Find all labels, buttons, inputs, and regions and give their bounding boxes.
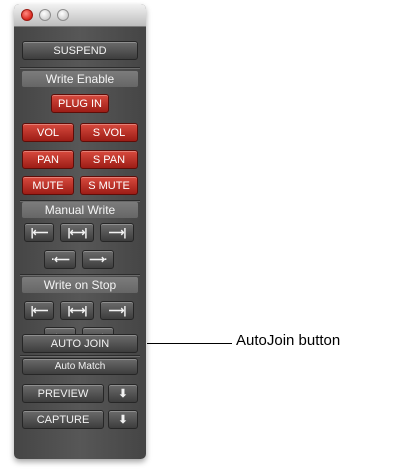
automation-window: SUSPEND Write Enable PLUG IN VOL S VOL P… [14,4,146,459]
vol-button[interactable]: VOL [22,123,74,142]
plug-in-button[interactable]: PLUG IN [51,94,109,113]
write-to-punch-left-icon[interactable]: ·⟵ [44,250,76,269]
divider [20,200,140,201]
callout-line [147,343,232,344]
capture-button[interactable]: CAPTURE [22,410,104,429]
callout-label: AutoJoin button [236,332,341,349]
minimize-button[interactable] [39,9,51,21]
s-mute-button[interactable]: S MUTE [80,176,138,195]
close-button[interactable] [21,9,33,21]
divider [20,67,140,68]
preview-down-arrow-icon[interactable]: ⬇ [108,384,138,403]
auto-match-button[interactable]: Auto Match [22,358,138,375]
mute-button[interactable]: MUTE [22,176,74,195]
write-to-start-icon[interactable]: |⟵ [24,223,54,242]
preview-button[interactable]: PREVIEW [22,384,104,403]
write-to-all-icon[interactable]: |⟷| [60,301,94,320]
write-to-punch-right-icon[interactable]: ⟶· [82,250,114,269]
write-to-start-icon[interactable]: |⟵ [24,301,54,320]
write-on-stop-header: Write on Stop [22,277,138,293]
write-to-end-icon[interactable]: ⟶| [100,223,134,242]
zoom-button[interactable] [57,9,69,21]
pan-button[interactable]: PAN [22,150,74,169]
divider [20,355,140,356]
s-vol-button[interactable]: S VOL [80,123,138,142]
suspend-button[interactable]: SUSPEND [22,41,138,60]
write-to-all-icon[interactable]: |⟷| [60,223,94,242]
write-to-end-icon[interactable]: ⟶| [100,301,134,320]
manual-write-header: Manual Write [22,202,138,218]
capture-down-arrow-icon[interactable]: ⬇ [108,410,138,429]
write-enable-header: Write Enable [22,71,138,87]
auto-join-button[interactable]: AUTO JOIN [22,334,138,353]
divider [20,274,140,275]
s-pan-button[interactable]: S PAN [80,150,138,169]
title-bar[interactable] [14,4,146,27]
